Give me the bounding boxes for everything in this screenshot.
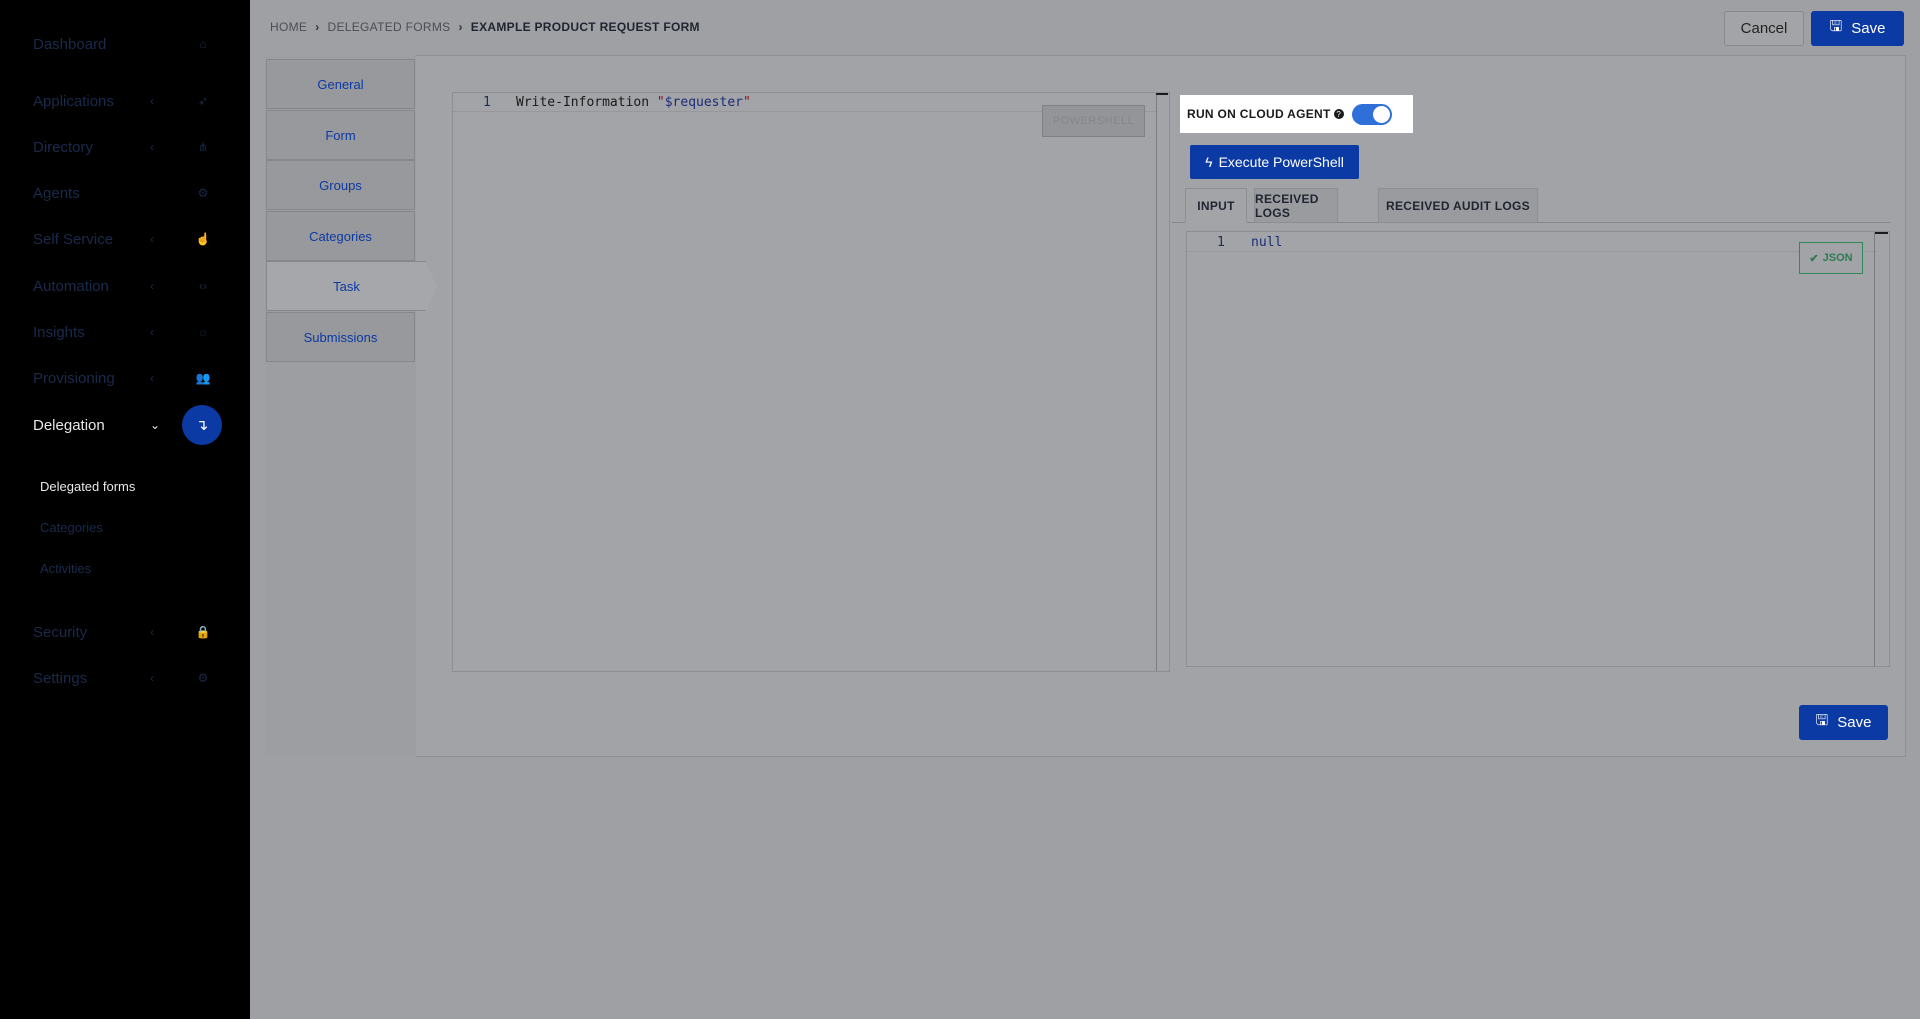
lock-icon: 🔒 [195, 625, 211, 639]
sidebar-item-security[interactable]: Security ‹ 🔒 [0, 609, 250, 655]
tab-groups[interactable]: Groups [266, 160, 415, 210]
sidebar-item-agents[interactable]: Agents ⚙ [0, 170, 250, 216]
sidebar-item-applications[interactable]: Applications ‹ ➶ [0, 78, 250, 124]
line-number: 1 [1217, 235, 1225, 250]
save-icon: 🖫 [1829, 18, 1843, 35]
editor-scrollbar[interactable] [1156, 93, 1157, 671]
code-line: 1 null [1187, 232, 1877, 252]
tab-received-audit-logs[interactable]: RECEIVED AUDIT LOGS [1378, 188, 1538, 223]
submenu-item-categories[interactable]: Categories [40, 520, 103, 535]
code-text: null [1251, 235, 1283, 250]
submenu-item-activities[interactable]: Activities [40, 561, 91, 576]
sidebar-item-label: Dashboard [33, 35, 107, 53]
chevron-left-icon: ‹ [150, 279, 154, 293]
sidebar-item-label: Self Service [33, 230, 114, 248]
code-icon: ‹› [199, 279, 207, 293]
chevron-right-icon: › [458, 20, 463, 34]
language-badge: POWERSHELL [1042, 105, 1145, 137]
level-down-icon: ↴ [182, 405, 222, 445]
chevron-left-icon: ‹ [150, 140, 154, 154]
chevron-down-icon: ⌄ [150, 418, 161, 432]
code-text: Write-Information "$requester" [516, 95, 751, 110]
tab-categories[interactable]: Categories [266, 211, 415, 261]
breadcrumb-delegated-forms[interactable]: DELEGATED FORMS [328, 20, 451, 34]
chevron-left-icon: ‹ [150, 625, 154, 639]
breadcrumb-current: EXAMPLE PRODUCT REQUEST FORM [470, 20, 700, 34]
sidebar-item-automation[interactable]: Automation ‹ ‹› [0, 263, 250, 309]
chevron-left-icon: ‹ [150, 232, 154, 246]
question-circle-icon[interactable]: ? [1333, 109, 1344, 119]
execute-powershell-button[interactable]: ϟ Execute PowerShell [1190, 145, 1359, 179]
toggle-knob [1373, 106, 1390, 123]
breadcrumb: HOME › DELEGATED FORMS › EXAMPLE PRODUCT… [270, 20, 700, 34]
execute-powershell-label: Execute PowerShell [1218, 154, 1344, 170]
sidebar-item-label: Delegation [33, 416, 105, 434]
cogs-icon: ⚙ [197, 186, 209, 200]
home-icon: ⌂ [199, 37, 207, 51]
save-icon: 🖫 [1815, 712, 1829, 729]
tab-task[interactable]: Task [266, 261, 437, 312]
sidebar-item-delegation[interactable]: Delegation ⌄ ↴ [0, 402, 250, 448]
code-variable: $requester [664, 95, 743, 110]
sidebar-item-directory[interactable]: Directory ‹ ⋔ [0, 124, 250, 170]
sidebar-item-label: Directory [33, 138, 94, 156]
chevron-left-icon: ‹ [150, 325, 154, 339]
sidebar-item-insights[interactable]: Insights ‹ ☼ [0, 309, 250, 355]
sitemap-icon: ⋔ [197, 140, 209, 154]
chevron-left-icon: ‹ [150, 671, 154, 685]
users-icon: 👥 [195, 371, 211, 385]
cancel-button[interactable]: Cancel [1724, 11, 1804, 46]
sidebar-item-label: Security [33, 623, 88, 641]
cloud-agent-label: RUN ON CLOUD AGENT [1187, 107, 1331, 121]
tab-general[interactable]: General [266, 59, 415, 109]
editor-scrollbar-cap [1875, 232, 1888, 234]
chevron-right-icon: › [315, 20, 320, 34]
cloud-agent-toggle[interactable] [1352, 104, 1392, 125]
bolt-icon: ϟ [1205, 154, 1213, 170]
save-button-label: Save [1851, 20, 1886, 37]
sidebar-item-provisioning[interactable]: Provisioning ‹ 👥 [0, 355, 250, 401]
sidebar-item-self-service[interactable]: Self Service ‹ ☝ [0, 216, 250, 262]
tab-submissions[interactable]: Submissions [266, 312, 415, 362]
powershell-editor[interactable]: 1 Write-Information "$requester" [452, 92, 1170, 672]
sidebar-item-label: Applications [33, 92, 114, 110]
chevron-left-icon: ‹ [150, 94, 154, 108]
input-json-editor[interactable]: 1 null [1186, 231, 1890, 667]
editor-scrollbar-cap [1156, 93, 1168, 95]
chevron-left-icon: ‹ [150, 371, 154, 385]
sidebar-item-label: Insights [33, 323, 85, 341]
save-button-label: Save [1837, 714, 1872, 731]
submenu-item-delegated-forms[interactable]: Delegated forms [40, 479, 135, 494]
sidebar-item-label: Settings [33, 669, 88, 687]
tab-form[interactable]: Form [266, 110, 415, 160]
sidebar-item-label: Automation [33, 277, 109, 295]
hand-pointer-icon: ☝ [195, 232, 211, 246]
sidebar-item-dashboard[interactable]: Dashboard ⌂ [0, 21, 250, 67]
save-button-bottom[interactable]: 🖫 Save [1799, 705, 1888, 740]
code-quote-close: " [743, 95, 751, 110]
json-valid-badge: ✔ JSON [1799, 242, 1863, 274]
code-quote-open: " [656, 95, 665, 110]
gear-icon: ⚙ [197, 671, 209, 685]
json-badge-label: JSON [1822, 252, 1853, 264]
sidebar-item-label: Agents [33, 184, 80, 202]
save-button[interactable]: 🖫 Save [1811, 11, 1904, 46]
cloud-agent-toggle-row: RUN ON CLOUD AGENT ? [1180, 95, 1413, 133]
rocket-icon: ➶ [197, 94, 209, 108]
code-command: Write-Information [516, 95, 657, 110]
editor-scrollbar[interactable] [1874, 232, 1875, 666]
sidebar-item-label: Provisioning [33, 369, 115, 387]
tab-input[interactable]: INPUT [1185, 188, 1247, 223]
check-icon: ✔ [1809, 252, 1819, 265]
sidebar: Dashboard ⌂ Applications ‹ ➶ Directory ‹… [0, 0, 250, 1019]
delegation-submenu: Delegated forms Categories Activities [0, 450, 250, 600]
sidebar-item-settings[interactable]: Settings ‹ ⚙ [0, 655, 250, 701]
breadcrumb-home[interactable]: HOME [270, 20, 307, 34]
lightbulb-icon: ☼ [197, 325, 209, 339]
line-number: 1 [483, 95, 491, 110]
tab-received-logs[interactable]: RECEIVED LOGS [1254, 188, 1338, 223]
